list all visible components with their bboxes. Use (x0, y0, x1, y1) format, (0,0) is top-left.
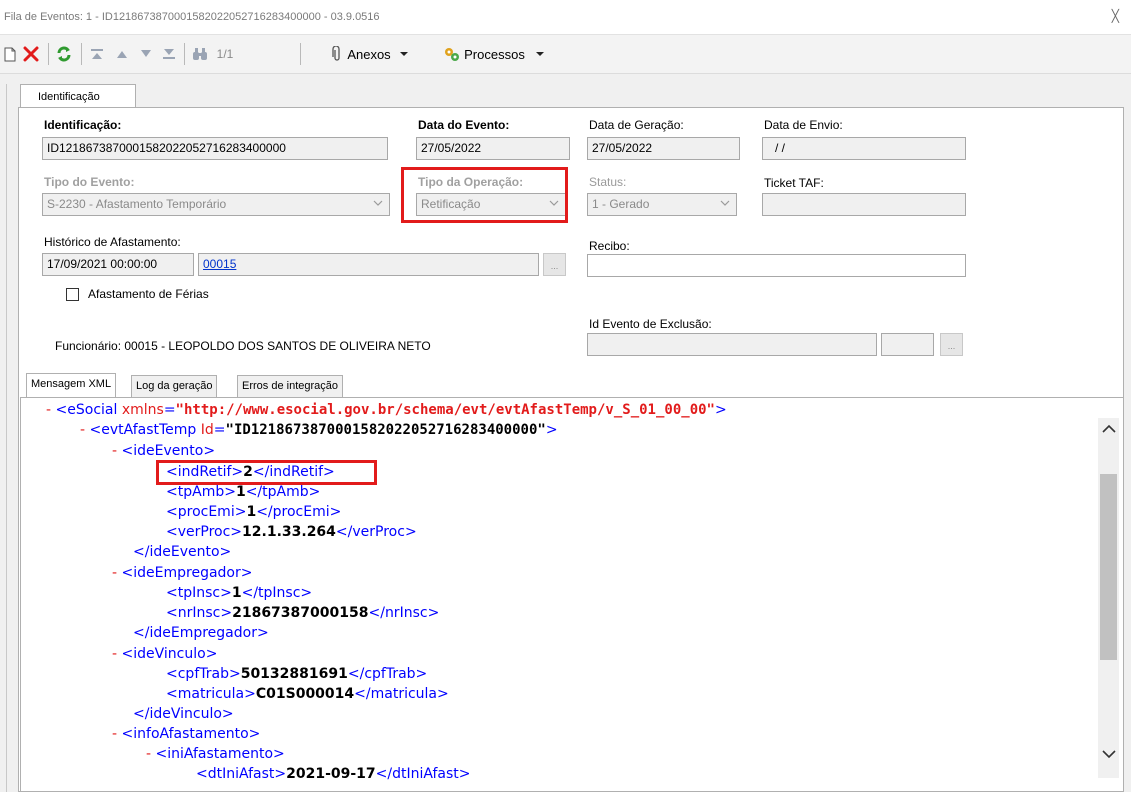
last-record-icon[interactable] (160, 43, 178, 65)
attachments-label: Anexos (347, 46, 391, 62)
xml-line-ideevento-open: - <ideEvento> (112, 443, 216, 459)
tipo-evento-label: Tipo do Evento: (44, 175, 135, 189)
xml-line-infoafastamento-open: - <infoAfastamento> (112, 726, 261, 742)
id-exclusao-lookup-button[interactable]: ... (940, 333, 963, 356)
page-indicator: 1/1 (216, 47, 234, 61)
xml-line-idevinculo-open: - <ideVinculo> (112, 646, 218, 662)
xml-line-cpftrab: <cpfTrab>50132881691</cpfTrab> (166, 666, 428, 682)
data-envio-field[interactable]: / / (762, 137, 966, 160)
xml-line-dtiniafast: <dtIniAfast>2021-09-17</dtIniAfast> (196, 766, 471, 782)
ticket-taf-label: Ticket TAF: (764, 176, 824, 190)
xml-line-ideempregador-open: - <ideEmpregador> (112, 565, 253, 581)
title-bar: Fila de Eventos: 1 - ID12186738700015820… (0, 0, 1131, 35)
data-evento-field[interactable]: 27/05/2022 (416, 137, 570, 160)
status-combo[interactable]: 1 - Gerado (587, 193, 737, 216)
tab-identificacao[interactable]: Identificação (20, 84, 136, 108)
afastamento-ferias-checkbox[interactable] (66, 288, 79, 301)
id-exclusao-secondary-field[interactable] (881, 333, 934, 356)
recibo-field[interactable] (587, 254, 966, 277)
xml-line-evtafasttemp: - <evtAfastTemp Id="ID121867387000158202… (80, 422, 558, 438)
tab-erros-integracao[interactable]: Erros de integração (237, 375, 343, 397)
historico-label: Histórico de Afastamento: (44, 235, 181, 249)
first-record-icon[interactable] (88, 43, 106, 65)
historico-code-field[interactable]: 00015 (198, 253, 539, 276)
xml-line-esocial: - <eSocial xmlns="http://www.esocial.gov… (46, 402, 727, 418)
chevron-down-icon (399, 52, 408, 56)
processes-label: Processos (464, 46, 525, 62)
attachments-menu-button[interactable]: Anexos (318, 43, 422, 65)
data-geracao-field[interactable]: 27/05/2022 (587, 137, 740, 160)
delete-icon[interactable] (20, 43, 42, 65)
historico-date-field[interactable]: 17/09/2021 00:00:00 (42, 253, 194, 276)
identificacao-label: Identificação: (44, 118, 122, 132)
toolbar: 1/1 Anexos Processos (0, 35, 1131, 74)
data-envio-label: Data de Envio: (764, 118, 843, 132)
afastamento-ferias-label: Afastamento de Férias (88, 287, 209, 301)
scroll-down-icon[interactable] (1102, 750, 1116, 759)
paperclip-icon (332, 46, 340, 61)
chevron-down-icon (535, 52, 544, 56)
xml-line-nrinsc: <nrInsc>21867387000158</nrInsc> (166, 605, 440, 621)
ticket-taf-field[interactable] (762, 193, 966, 216)
xml-line-verproc: <verProc>12.1.33.264</verProc> (166, 524, 417, 540)
tipo-evento-combo[interactable]: S-2230 - Afastamento Temporário (42, 193, 390, 216)
historico-code-link[interactable]: 00015 (203, 257, 236, 271)
xml-line-matricula: <matricula>C01S000014</matricula> (166, 686, 449, 702)
xml-line-tpinsc: <tpInsc>1</tpInsc> (166, 585, 313, 601)
tipo-operacao-highlight (401, 167, 568, 223)
xml-line-iniafastamento-open: - <iniAfastamento> (146, 746, 285, 762)
xml-line-tpamb: <tpAmb>1</tpAmb> (166, 484, 321, 500)
xml-scrollbar[interactable] (1098, 418, 1119, 778)
data-evento-label: Data do Evento: (418, 118, 510, 132)
xml-line-procemi: <procEmi>1</procEmi> (166, 504, 342, 520)
previous-record-icon[interactable] (113, 43, 131, 65)
data-geracao-label: Data de Geração: (589, 118, 684, 132)
next-record-icon[interactable] (137, 43, 155, 65)
scroll-up-icon[interactable] (1102, 424, 1116, 433)
chevron-down-icon (373, 200, 383, 206)
refresh-icon[interactable] (52, 43, 76, 65)
new-document-icon[interactable] (2, 43, 18, 65)
xml-line-ideempregador-close: </ideEmpregador> (133, 625, 269, 641)
gears-icon (445, 48, 460, 61)
tab-mensagem-xml[interactable]: Mensagem XML (26, 373, 117, 397)
id-exclusao-field[interactable] (587, 333, 877, 356)
close-icon[interactable]: ╳ (1112, 9, 1119, 23)
event-queue-window: Fila de Eventos: 1 - ID12186738700015820… (0, 0, 1131, 792)
status-label: Status: (589, 175, 627, 189)
window-title: Fila de Eventos: 1 - ID12186738700015820… (4, 11, 380, 23)
xml-line-ideevento-close: </ideEvento> (133, 544, 232, 560)
scrollbar-thumb[interactable] (1100, 474, 1117, 660)
processes-menu-button[interactable]: Processos (432, 43, 556, 65)
id-exclusao-label: Id Evento de Exclusão: (589, 317, 712, 331)
historico-lookup-button[interactable]: ... (543, 253, 566, 276)
xml-line-idevinculo-close: </ideVinculo> (133, 706, 234, 722)
funcionario-text: Funcionário: 00015 - LEOPOLDO DOS SANTOS… (55, 339, 431, 353)
identificacao-field[interactable]: ID1218673870001582022052716283400000 (42, 137, 388, 160)
recibo-label: Recibo: (589, 239, 630, 253)
tab-log-geracao[interactable]: Log da geração (131, 375, 218, 397)
binoculars-icon[interactable] (190, 43, 210, 65)
chevron-down-icon (720, 200, 730, 206)
